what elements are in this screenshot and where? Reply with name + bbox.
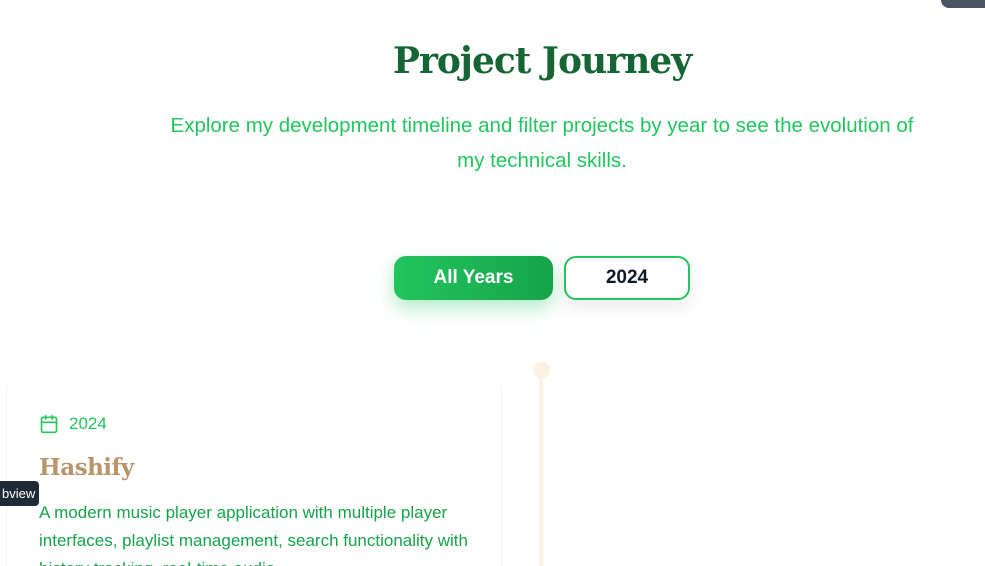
timeline-dot bbox=[533, 362, 550, 379]
calendar-icon bbox=[39, 414, 59, 434]
project-description: A modern music player application with m… bbox=[39, 503, 468, 566]
year-filter-group: All Years 2024 bbox=[394, 256, 690, 300]
project-year: 2024 bbox=[39, 414, 107, 434]
project-title: Hashify bbox=[39, 454, 134, 481]
timeline-line bbox=[539, 378, 543, 566]
page-subtitle: Explore my development timeline and filt… bbox=[170, 114, 914, 172]
filter-2024-button[interactable]: 2024 bbox=[564, 256, 690, 300]
filter-all-years-button[interactable]: All Years bbox=[394, 256, 553, 300]
project-card[interactable]: 2024 Hashify A modern music player appli… bbox=[6, 386, 502, 566]
page-title: Project Journey bbox=[392, 40, 692, 82]
webview-tooltip: bview bbox=[0, 481, 40, 506]
project-year-label: 2024 bbox=[69, 414, 107, 433]
corner-tab[interactable] bbox=[941, 0, 985, 8]
page: Project Journey Explore my development t… bbox=[0, 0, 985, 566]
